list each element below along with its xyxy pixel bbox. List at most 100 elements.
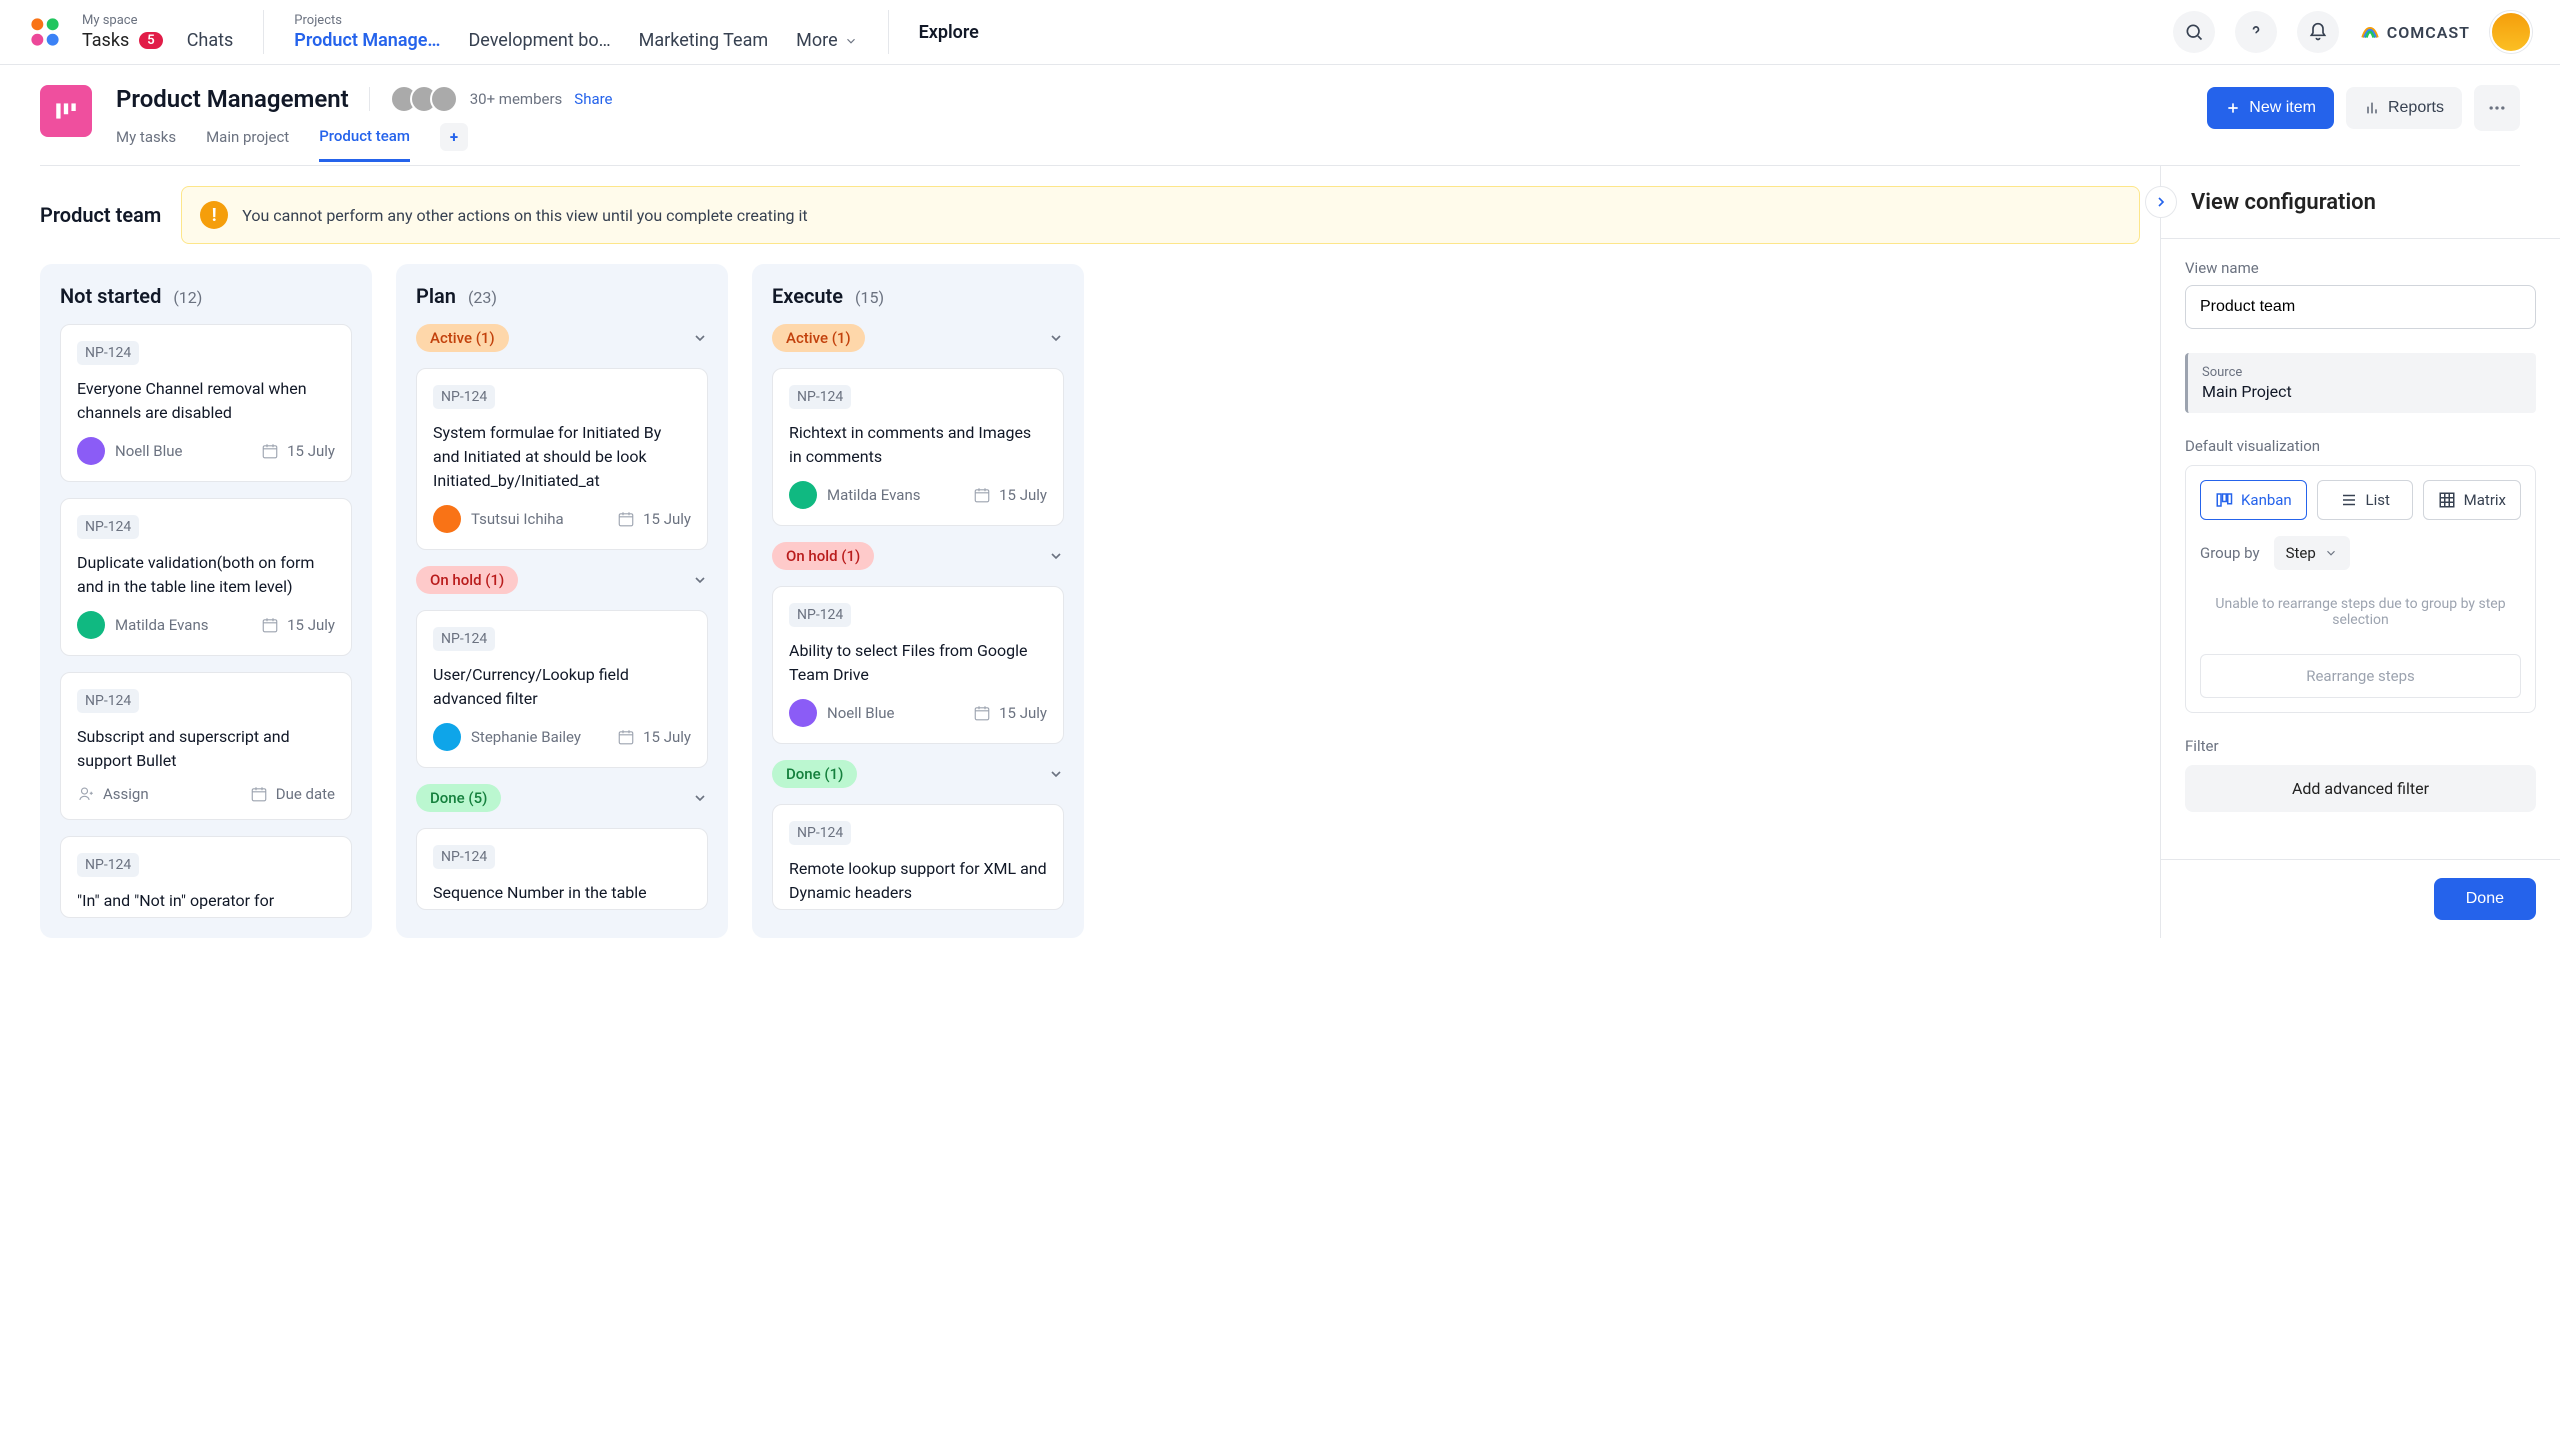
chevron-down-icon xyxy=(692,330,708,346)
viz-list-label: List xyxy=(2366,491,2390,509)
assign-icon xyxy=(77,785,95,803)
task-card[interactable]: NP-124 Sequence Number in the table xyxy=(416,828,708,910)
view-name-input[interactable] xyxy=(2185,285,2536,329)
assignee[interactable]: Matilda Evans xyxy=(77,611,208,639)
notifications-button[interactable] xyxy=(2297,11,2339,53)
calendar-icon xyxy=(261,442,279,460)
assign-button[interactable]: Assign xyxy=(77,785,149,803)
source-box: Source Main Project xyxy=(2185,353,2536,413)
chevron-down-icon xyxy=(1048,548,1064,564)
marketing-tab[interactable]: Marketing Team xyxy=(639,30,769,51)
filter-label: Filter xyxy=(2185,737,2536,755)
card-id: NP-124 xyxy=(789,385,851,409)
card-title: "In" and "Not in" operator for xyxy=(77,889,335,913)
task-card[interactable]: NP-124 Everyone Channel removal when cha… xyxy=(60,324,352,482)
search-button[interactable] xyxy=(2173,11,2215,53)
due-date[interactable]: 15 July xyxy=(973,704,1047,722)
chats-link[interactable]: Chats xyxy=(187,30,234,51)
view-config-panel: View configuration View name Source Main… xyxy=(2160,166,2560,938)
add-filter-button[interactable]: Add advanced filter xyxy=(2185,765,2536,812)
task-card[interactable]: NP-124 System formulae for Initiated By … xyxy=(416,368,708,550)
app-logo[interactable] xyxy=(28,15,62,49)
task-card[interactable]: NP-124 "In" and "Not in" operator for xyxy=(60,836,352,918)
project-tabs: My tasks Main project Product team + xyxy=(116,123,613,165)
assign-label: Assign xyxy=(103,785,149,803)
card-title: Richtext in comments and Images in comme… xyxy=(789,421,1047,469)
viz-block: Kanban List Matrix Group by xyxy=(2185,465,2536,713)
board-icon xyxy=(53,98,79,124)
status-group-done[interactable]: Done (5) xyxy=(416,784,708,812)
members-count[interactable]: 30+ members xyxy=(470,90,563,108)
task-card[interactable]: NP-124 Duplicate validation(both on form… xyxy=(60,498,352,656)
viz-option-matrix[interactable]: Matrix xyxy=(2423,480,2521,520)
board-area: Product team ! You cannot perform any ot… xyxy=(0,166,2160,938)
divider xyxy=(369,87,370,111)
viz-option-kanban[interactable]: Kanban xyxy=(2200,480,2307,520)
status-group-active[interactable]: Active (1) xyxy=(772,324,1064,352)
column-count: (12) xyxy=(173,288,202,307)
collapse-panel-button[interactable] xyxy=(2145,186,2177,218)
warning-text: You cannot perform any other actions on … xyxy=(242,206,807,225)
tab-product-team[interactable]: Product team xyxy=(319,127,410,162)
viz-kanban-label: Kanban xyxy=(2241,491,2292,509)
more-tab[interactable]: More xyxy=(796,30,857,51)
user-avatar[interactable] xyxy=(2490,11,2532,53)
due-date[interactable]: 15 July xyxy=(261,442,335,460)
search-icon xyxy=(2184,22,2204,42)
help-button[interactable] xyxy=(2235,11,2277,53)
tab-main-project[interactable]: Main project xyxy=(206,128,289,160)
assignee[interactable]: Noell Blue xyxy=(77,437,182,465)
matrix-icon xyxy=(2438,491,2456,509)
source-value: Main Project xyxy=(2202,382,2522,401)
chevron-down-icon xyxy=(1048,766,1064,782)
done-button[interactable]: Done xyxy=(2434,878,2536,920)
viz-option-list[interactable]: List xyxy=(2317,480,2413,520)
assignee[interactable]: Noell Blue xyxy=(789,699,894,727)
column-title: Execute xyxy=(772,284,843,308)
calendar-icon xyxy=(973,704,991,722)
tasks-link[interactable]: Tasks xyxy=(82,30,129,51)
source-label: Source xyxy=(2202,365,2522,380)
assignee-name: Matilda Evans xyxy=(115,616,208,634)
due-date[interactable]: 15 July xyxy=(973,486,1047,504)
tab-my-tasks[interactable]: My tasks xyxy=(116,128,176,160)
status-group-hold[interactable]: On hold (1) xyxy=(416,566,708,594)
due-date[interactable]: 15 July xyxy=(261,616,335,634)
task-card[interactable]: NP-124 User/Currency/Lookup field advanc… xyxy=(416,610,708,768)
view-name-label: View name xyxy=(2185,259,2536,277)
assignee[interactable]: Stephanie Bailey xyxy=(433,723,581,751)
new-item-button[interactable]: New item xyxy=(2207,87,2334,129)
task-card[interactable]: NP-124 Richtext in comments and Images i… xyxy=(772,368,1064,526)
status-group-hold[interactable]: On hold (1) xyxy=(772,542,1064,570)
card-title: Sequence Number in the table xyxy=(433,881,691,905)
task-card[interactable]: NP-124 Subscript and superscript and sup… xyxy=(60,672,352,820)
members-avatars[interactable] xyxy=(390,85,458,113)
due-date[interactable]: 15 July xyxy=(617,510,691,528)
task-card[interactable]: NP-124 Remote lookup support for XML and… xyxy=(772,804,1064,910)
status-pill: On hold (1) xyxy=(772,542,874,570)
share-link[interactable]: Share xyxy=(574,90,612,108)
due-date[interactable]: 15 July xyxy=(617,728,691,746)
my-space-group: My space Tasks 5 Chats xyxy=(82,13,233,51)
card-title: Ability to select Files from Google Team… xyxy=(789,639,1047,687)
card-title: System formulae for Initiated By and Ini… xyxy=(433,421,691,493)
bar-chart-icon xyxy=(2364,100,2380,116)
reports-button[interactable]: Reports xyxy=(2346,87,2462,129)
assignee[interactable]: Matilda Evans xyxy=(789,481,920,509)
more-actions-button[interactable] xyxy=(2474,85,2520,131)
due-date-button[interactable]: Due date xyxy=(250,785,335,803)
active-project-tab[interactable]: Product Manage… xyxy=(294,30,440,51)
groupby-select[interactable]: Step xyxy=(2274,536,2350,570)
assignee-name: Noell Blue xyxy=(115,442,182,460)
dev-board-tab[interactable]: Development bo… xyxy=(468,30,610,51)
card-title: Everyone Channel removal when channels a… xyxy=(77,377,335,425)
status-group-active[interactable]: Active (1) xyxy=(416,324,708,352)
add-tab-button[interactable]: + xyxy=(440,123,468,151)
date-value: 15 July xyxy=(643,510,691,528)
status-group-done[interactable]: Done (1) xyxy=(772,760,1064,788)
task-card[interactable]: NP-124 Ability to select Files from Goog… xyxy=(772,586,1064,744)
explore-link[interactable]: Explore xyxy=(919,22,979,43)
calendar-icon xyxy=(973,486,991,504)
assignee-name: Tsutsui Ichiha xyxy=(471,510,564,528)
assignee[interactable]: Tsutsui Ichiha xyxy=(433,505,564,533)
